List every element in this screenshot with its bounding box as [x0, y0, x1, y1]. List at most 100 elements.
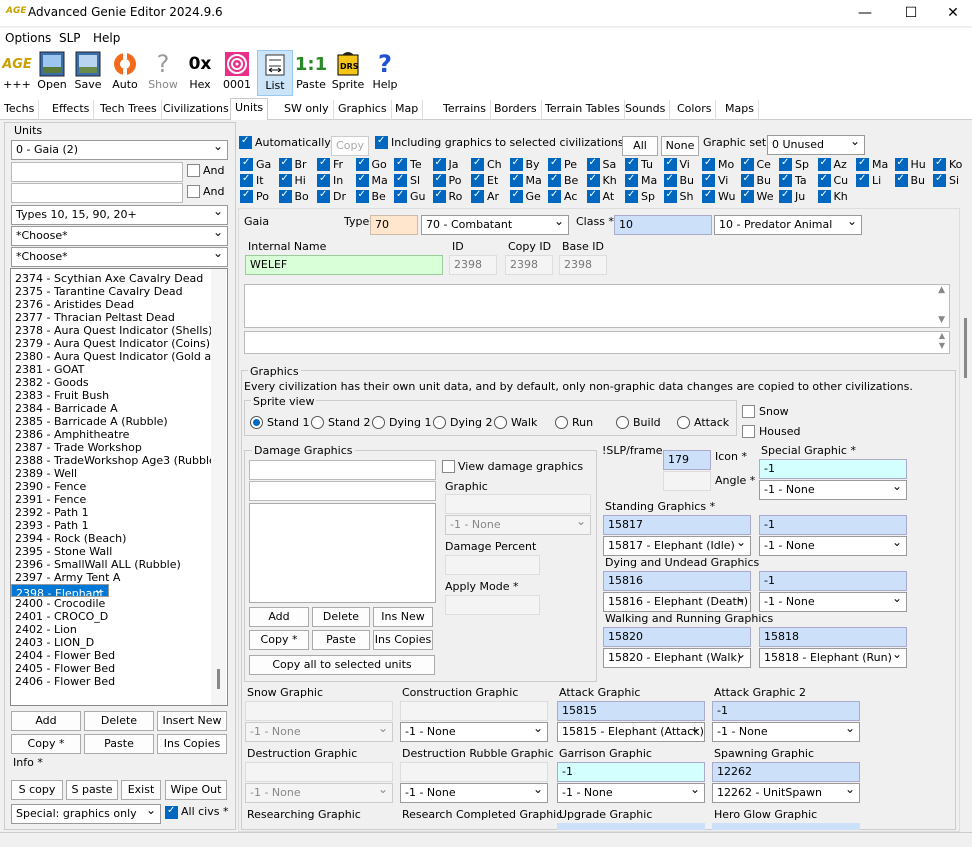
radio-button[interactable] [433, 416, 446, 429]
civ-checkbox[interactable] [432, 173, 446, 187]
unit-list-item[interactable]: 2377 - Thracian Peltast Dead [11, 311, 227, 324]
damage-copy-button[interactable]: Copy * [249, 630, 309, 650]
and-checkbox-1[interactable] [187, 164, 200, 177]
filter-select-2[interactable]: *Choose* [11, 247, 228, 267]
civ-checkbox[interactable] [779, 173, 792, 187]
list-button[interactable]: List [257, 50, 293, 96]
rubble-graphic-select[interactable]: -1 - None [400, 783, 548, 803]
unit-list-item[interactable]: 2388 - TradeWorkshop Age3 (Rubble) [11, 454, 227, 467]
civ-checkbox[interactable] [817, 157, 831, 171]
civ-checkbox-item[interactable]: Ma [856, 157, 888, 171]
civ-checkbox-item[interactable]: Ar [471, 189, 499, 203]
civ-checkbox-item[interactable]: Kh [586, 173, 617, 187]
civ-checkbox[interactable] [509, 173, 523, 187]
radio-button[interactable] [616, 416, 629, 429]
civ-checkbox[interactable] [779, 189, 792, 203]
civ-select[interactable]: 0 - Gaia (2) [11, 140, 228, 160]
scroll-down-icon[interactable]: ▼ [938, 315, 945, 325]
undead-graphic-input[interactable]: -1 [759, 571, 907, 591]
civ-checkbox[interactable] [740, 173, 754, 187]
tab-effects[interactable]: Effects [48, 100, 95, 120]
unit-list-item[interactable]: 2403 - LION_D [11, 636, 227, 649]
radio-button[interactable] [372, 416, 385, 429]
civ-checkbox[interactable] [548, 173, 561, 187]
civ-checkbox[interactable] [355, 189, 369, 203]
tab-maps[interactable]: Maps [721, 100, 759, 120]
civ-checkbox[interactable] [240, 173, 253, 187]
civ-checkbox-item[interactable]: Po [432, 173, 461, 187]
civ-checkbox[interactable] [817, 189, 831, 203]
special-graphic-select[interactable]: -1 - None [759, 480, 907, 500]
icon-input[interactable]: 179 [663, 450, 711, 470]
civ-checkbox-item[interactable]: Ga [240, 157, 271, 171]
civ-checkbox-item[interactable]: Ja [432, 157, 459, 171]
walking-graphic-input[interactable]: 15820 [603, 627, 751, 647]
civ-checkbox[interactable] [278, 189, 292, 203]
civ-checkbox-item[interactable]: Hi [278, 173, 306, 187]
civ-checkbox[interactable] [509, 157, 523, 171]
civ-checkbox[interactable] [894, 157, 908, 171]
main-scrollbar[interactable] [961, 208, 970, 830]
civ-checkbox-item[interactable]: Te [394, 157, 422, 171]
delete-button[interactable]: Delete [84, 711, 154, 731]
civ-checkbox[interactable] [702, 173, 715, 187]
tab-map[interactable]: Map [391, 100, 424, 120]
civ-checkbox-item[interactable]: Mo [702, 157, 734, 171]
civ-checkbox-item[interactable]: Vi [663, 157, 690, 171]
civ-checkbox[interactable] [625, 189, 638, 203]
civ-checkbox[interactable] [355, 157, 369, 171]
damage-ins-new-button[interactable]: Ins New [373, 607, 433, 627]
civ-checkbox-item[interactable]: Wu [702, 189, 735, 203]
civ-checkbox-item[interactable]: Bo [278, 189, 309, 203]
s-paste-button[interactable]: S paste [66, 780, 118, 800]
radio-button[interactable] [555, 416, 568, 429]
civ-checkbox[interactable] [663, 173, 677, 187]
unit-list-item[interactable]: 2379 - Aura Quest Indicator (Coins) [11, 337, 227, 350]
civ-checkbox[interactable] [317, 173, 330, 187]
radio-button[interactable] [250, 416, 263, 429]
hero-glow-graphic-input[interactable] [712, 823, 860, 830]
civ-checkbox[interactable] [586, 157, 600, 171]
unit-list-item[interactable]: 2397 - Army Tent A [11, 571, 227, 584]
civ-checkbox[interactable] [278, 157, 292, 171]
copy-civs-button[interactable]: Copy [331, 136, 369, 156]
civ-checkbox[interactable] [663, 157, 677, 171]
civ-checkbox-item[interactable]: Be [355, 189, 386, 203]
tab-terrains[interactable]: Terrains [439, 100, 491, 120]
copy-all-button[interactable]: Copy all to selected units [249, 655, 435, 675]
attack-graphic-2-select[interactable]: -1 - None [712, 722, 860, 742]
unit-list-item[interactable]: 2395 - Stone Wall [11, 545, 227, 558]
civ-checkbox-item[interactable]: Sp [779, 157, 809, 171]
civ-checkbox-item[interactable]: In [317, 173, 343, 187]
types-select[interactable]: Types 10, 15, 90, 20+ [11, 205, 228, 225]
civ-checkbox-item[interactable]: It [240, 173, 264, 187]
civ-checkbox[interactable] [432, 189, 446, 203]
civ-checkbox-item[interactable]: Si [933, 173, 959, 187]
unit-list-item[interactable]: 2376 - Aristides Dead [11, 298, 227, 311]
unit-list-item[interactable]: 2387 - Trade Workshop [11, 441, 227, 454]
upgrade-graphic-input[interactable] [557, 823, 705, 830]
damage-list[interactable] [249, 503, 436, 603]
civ-checkbox-item[interactable]: Po [240, 189, 269, 203]
damage-paste-button[interactable]: Paste [312, 630, 370, 650]
bits-button[interactable]: 0001 [220, 50, 254, 96]
civ-checkbox-item[interactable]: Ro [432, 189, 462, 203]
unit-list-item[interactable]: 2383 - Fruit Bush [11, 389, 227, 402]
civ-checkbox[interactable] [740, 157, 754, 171]
civ-checkbox-item[interactable]: We [740, 189, 774, 203]
civ-checkbox-item[interactable]: At [586, 189, 614, 203]
civ-checkbox[interactable] [856, 173, 869, 187]
construction-graphic-select[interactable]: -1 - None [400, 722, 548, 742]
menu-options[interactable]: Options [5, 31, 51, 45]
unit-list-item[interactable]: 2398 - Elephant [11, 584, 109, 597]
tab-borders[interactable]: Borders [490, 100, 542, 120]
civ-checkbox-item[interactable]: Ce [740, 157, 771, 171]
civ-checkbox[interactable] [779, 157, 792, 171]
including-graphics-checkbox[interactable] [375, 135, 388, 149]
unit-list-item[interactable]: 2394 - Rock (Beach) [11, 532, 227, 545]
unit-list-item[interactable]: 2382 - Goods [11, 376, 227, 389]
housed-checkbox[interactable] [742, 425, 755, 438]
running-graphic-input[interactable]: 15818 [759, 627, 907, 647]
civ-checkbox[interactable] [355, 173, 369, 187]
civ-checkbox[interactable] [394, 157, 407, 171]
